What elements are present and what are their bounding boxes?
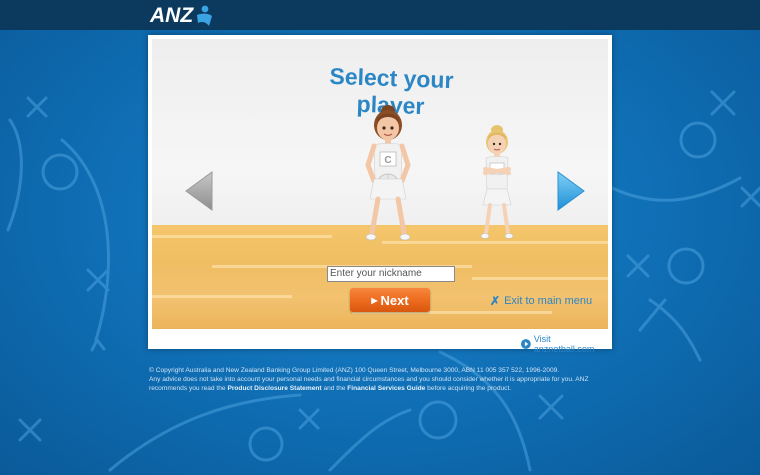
pds-link[interactable]: Product Disclosure Statement [227, 385, 321, 392]
legal-footer: © Copyright Australia and New Zealand Ba… [149, 366, 619, 393]
nickname-input[interactable] [327, 266, 455, 282]
netball-player-icon [480, 125, 514, 239]
next-button-label: Next [380, 292, 409, 308]
play-circle-icon [521, 339, 531, 349]
exit-to-main-menu-link[interactable]: ✗ Exit to main menu [490, 294, 592, 308]
arrow-left-icon [185, 171, 213, 211]
exit-label: Exit to main menu [504, 295, 593, 307]
alternate-player[interactable] [477, 123, 517, 246]
netball-player-icon: C [365, 105, 411, 241]
visit-site-link[interactable]: Visit anznetball.com [521, 334, 612, 354]
disclaimer-post: before acquiring the product. [425, 385, 512, 392]
anz-person-icon [197, 5, 213, 26]
visit-label: Visit anznetball.com [533, 334, 595, 354]
player-bib-letter: C [384, 155, 391, 166]
arrow-right-icon [557, 171, 585, 211]
game-panel: Select your player C Enter your nickname… [148, 35, 612, 354]
fsg-link[interactable]: Financial Services Guide [347, 385, 425, 392]
disclaimer-mid: and the [321, 385, 348, 392]
player-select-stage: Select your player C Enter your nickname… [152, 39, 608, 329]
anz-logo[interactable]: ANZ [150, 4, 214, 28]
disclaimer-text: Any advice does not take into account yo… [149, 375, 619, 393]
next-button[interactable]: ▶ Next [350, 288, 430, 312]
next-player-button[interactable] [556, 171, 586, 216]
play-icon: ▶ [371, 295, 378, 305]
copyright-text: © Copyright Australia and New Zealand Ba… [149, 367, 560, 374]
previous-player-button[interactable] [184, 171, 214, 216]
close-icon: ✗ [490, 294, 501, 308]
header-bar: ANZ [0, 0, 760, 30]
selected-player[interactable]: C [360, 103, 416, 250]
logo-text: ANZ [150, 4, 194, 27]
